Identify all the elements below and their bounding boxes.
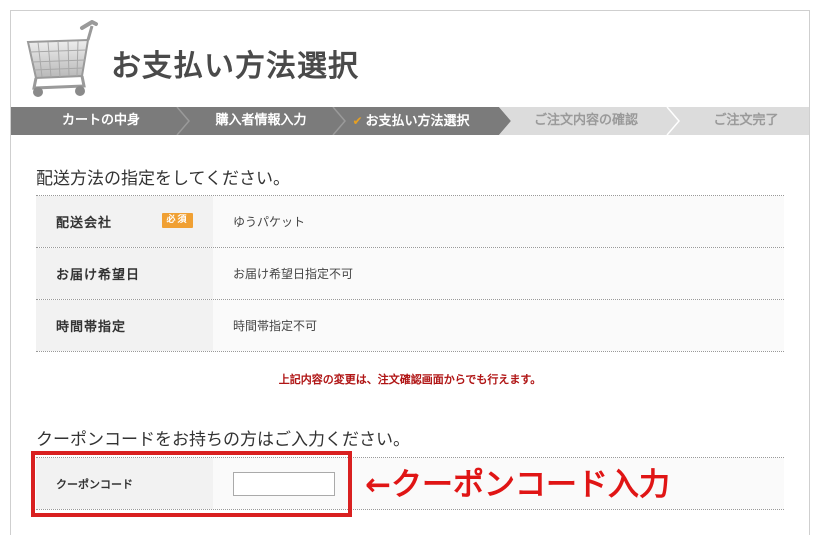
coupon-heading: クーポンコードをお持ちの方はご入力ください。 xyxy=(36,430,410,450)
step-complete: ご注文完了 xyxy=(713,113,779,128)
step-buyer-info: 購入者情報入力 xyxy=(215,113,307,128)
step-confirm: ご注文内容の確認 xyxy=(533,113,638,128)
step-payment-current: ✔ お支払い方法選択 xyxy=(352,114,470,129)
table-row: 配送会社 必須 ゆうパケット xyxy=(36,196,784,248)
shopping-cart-icon xyxy=(26,20,98,97)
carrier-value: ゆうパケット xyxy=(213,196,784,247)
table-row: お届け希望日 お届け希望日指定不可 xyxy=(36,248,784,300)
step-cart: カートの中身 xyxy=(61,113,140,128)
check-icon: ✔ xyxy=(352,114,363,128)
delivery-table: 配送会社 必須 ゆうパケット お届け希望日 お届け希望日指定不可 時間帯指定 時… xyxy=(36,195,784,352)
table-row: 時間帯指定 時間帯指定不可 xyxy=(36,300,784,352)
row-label-carrier: 配送会社 xyxy=(56,216,113,231)
delivery-heading: 配送方法の指定をしてください。 xyxy=(36,169,290,189)
coupon-annotation: ←クーポンコード入力 xyxy=(365,467,670,503)
checkout-steps: カートの中身 購入者情報入力 ✔ お支払い方法選択 ご注文内容の確認 ご注文完了 xyxy=(11,107,809,135)
delivery-date-value: お届け希望日指定不可 xyxy=(213,248,784,299)
row-label-delivery-date: お届け希望日 xyxy=(56,268,141,283)
time-slot-value: 時間帯指定不可 xyxy=(213,300,784,351)
row-label-time-slot: 時間帯指定 xyxy=(56,320,127,335)
page-title: お支払い方法選択 xyxy=(111,49,359,84)
required-badge: 必須 xyxy=(162,213,193,228)
change-notice: 上記内容の変更は、注文確認画面からでも行えます。 xyxy=(278,373,542,386)
coupon-highlight-box xyxy=(31,451,352,517)
